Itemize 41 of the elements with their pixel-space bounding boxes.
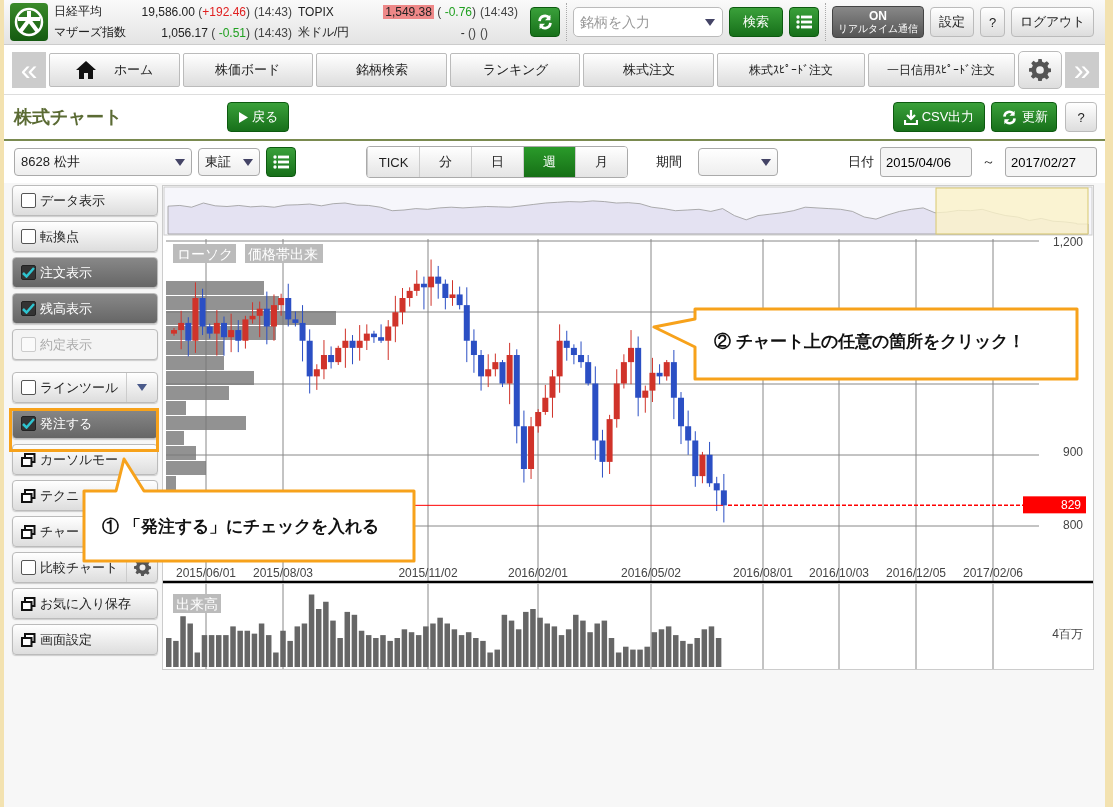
index-value: - () [459,25,477,40]
index-name: マザーズ指数 [54,24,127,41]
index-value: 1,549.38 ( -0.76) [382,4,477,19]
x-axis-label: 2016/05/02 [620,566,682,580]
toggle-label: 転換点 [40,227,79,246]
chart-label: 出来高 [173,594,221,613]
x-axis-label: 2016/12/05 [885,566,947,580]
toggle-label: 残高表示 [40,299,92,318]
index-time: () [480,25,489,40]
toggle-label: 発注する [40,414,92,433]
toggle-label: 注文表示 [40,263,92,282]
chart-label: 価格帯出来 [245,244,323,263]
volume-axis-label: 4百万 [1052,627,1083,641]
page-title: 株式チャート [14,106,123,129]
index-name: TOPIX [298,4,335,19]
y-axis-label: 800 [1062,518,1083,532]
x-axis-label: 2016/10/03 [808,566,870,580]
index-name: 日経平均 [54,3,103,20]
index-time: (14:43) [254,25,294,40]
date-label: 日付 [848,153,874,171]
chart-label: ローソク [173,244,236,263]
x-axis-label: 2016/08/01 [732,566,794,580]
toggle-label: ラインツール [40,378,118,397]
period-label: 期間 [656,153,683,171]
x-axis-label: 2017/02/06 [962,566,1024,580]
x-axis-label: 2015/06/01 [175,566,237,580]
toggle-label: データ表示 [40,191,105,210]
date-separator: ～ [982,153,995,171]
index-value: 19,586.00 (+192.46) [140,4,251,19]
x-axis-label: 2015/08/03 [252,566,314,580]
index-time: (14:43) [254,4,294,19]
toggle-label: 約定表示 [40,335,92,354]
x-axis-label: 2016/02/01 [507,566,569,580]
last-price-badge: 829 [1023,496,1086,514]
index-value: 1,056.17 ( -0.51) [160,25,251,40]
y-axis-label: 900 [1062,445,1083,459]
toggle-label: 比較チャート [40,558,118,577]
x-axis-label: 2015/11/02 [398,566,458,580]
y-axis-label: 1,200 [1052,235,1083,249]
index-time: (14:43) [480,4,520,19]
index-name: 米ドル/円 [298,24,351,41]
